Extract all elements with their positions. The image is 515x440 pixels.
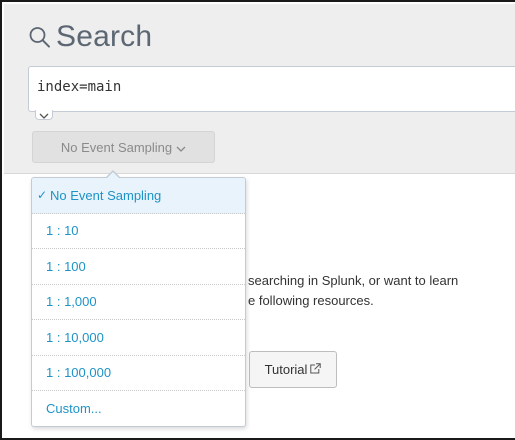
tutorial-label: Tutorial: [264, 362, 308, 377]
sampling-option-label: 1 : 100: [46, 258, 86, 274]
tutorial-button[interactable]: Tutorial: [249, 351, 337, 388]
search-query-input[interactable]: [37, 79, 497, 95]
sampling-option-1-10000[interactable]: 1 : 10,000: [32, 320, 245, 356]
title-row: Search: [28, 20, 152, 54]
expand-search-toggle[interactable]: [35, 110, 53, 120]
chevron-down-icon: [39, 106, 49, 124]
sampling-option-1-10[interactable]: 1 : 10: [32, 214, 245, 249]
sampling-option-1-100[interactable]: 1 : 100: [32, 249, 245, 285]
sampling-option-custom[interactable]: Custom...: [32, 391, 245, 426]
event-sampling-label: No Event Sampling: [60, 139, 173, 155]
chevron-down-icon: [176, 140, 186, 155]
event-sampling-menu: ✓ No Event Sampling 1 : 10 1 : 100 1 : 1…: [31, 177, 246, 427]
sampling-option-label: No Event Sampling: [50, 187, 162, 203]
app-frame: Search No Event Sampling searching in Sp…: [0, 0, 515, 440]
help-text: searching in Splunk, or want to learn e …: [248, 271, 458, 311]
help-text-line: e following resources.: [248, 293, 374, 308]
sampling-option-label: 1 : 1,000: [46, 294, 97, 310]
sampling-option-label: Custom...: [46, 401, 102, 417]
sampling-option-1-1000[interactable]: 1 : 1,000: [32, 285, 245, 320]
sampling-option-label: 1 : 100,000: [46, 365, 112, 381]
sampling-option-1-100000[interactable]: 1 : 100,000: [32, 356, 245, 391]
external-link-icon: [310, 362, 322, 377]
search-bar[interactable]: [28, 66, 515, 112]
dropdown-pointer-fill: [106, 172, 120, 179]
magnifier-icon: [28, 25, 52, 49]
page-title: Search: [56, 20, 153, 53]
sampling-option-label: 1 : 10,000: [46, 329, 104, 345]
sampling-option-label: 1 : 10: [46, 223, 79, 239]
sampling-option-none[interactable]: ✓ No Event Sampling: [32, 178, 245, 214]
checkmark-icon: ✓: [37, 188, 48, 203]
event-sampling-button[interactable]: No Event Sampling: [32, 131, 215, 163]
help-text-line: searching in Splunk, or want to learn: [248, 273, 459, 288]
